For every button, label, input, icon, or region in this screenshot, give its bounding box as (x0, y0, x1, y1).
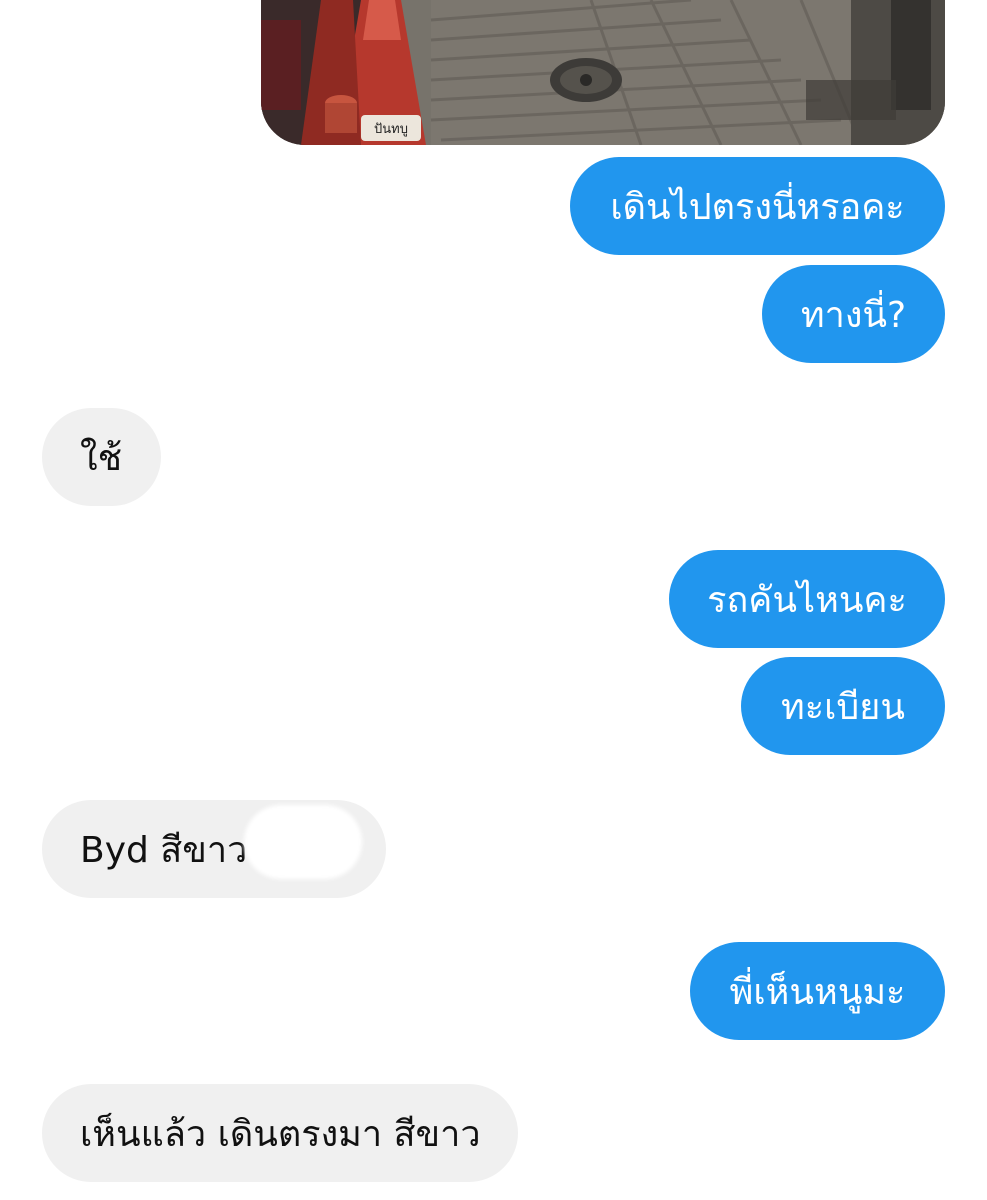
message-text: เห็นแล้ว เดินตรงมา สีขาว (80, 1113, 481, 1155)
message-text: พี่เห็นหนูมะ (729, 971, 906, 1013)
sidewalk-photo: ปันทบู (261, 0, 945, 145)
message-bubble-outgoing[interactable]: รถคันไหนคะ (669, 550, 945, 648)
message-bubble-outgoing[interactable]: เดินไปตรงนี่หรอคะ (570, 157, 945, 255)
message-text: ทางนี่? (800, 294, 907, 336)
message-text: เดินไปตรงนี่หรอคะ (610, 186, 905, 228)
message-bubble-incoming[interactable]: ใช้ (42, 408, 161, 506)
redaction-blob (244, 805, 362, 879)
message-text: ใช้ (80, 437, 123, 479)
photo-attachment[interactable]: ปันทบู (261, 0, 945, 145)
message-text: ทะเบียน (781, 686, 905, 728)
message-text: รถคันไหนคะ (707, 579, 907, 621)
message-bubble-outgoing[interactable]: ทางนี่? (762, 265, 945, 363)
cone-sticker-text: ปันทบู (374, 122, 408, 137)
message-bubble-incoming[interactable]: เห็นแล้ว เดินตรงมา สีขาว (42, 1084, 518, 1182)
message-bubble-outgoing[interactable]: พี่เห็นหนูมะ (690, 942, 945, 1040)
message-text: Byd สีขาว (80, 829, 248, 871)
message-bubble-outgoing[interactable]: ทะเบียน (741, 657, 945, 755)
